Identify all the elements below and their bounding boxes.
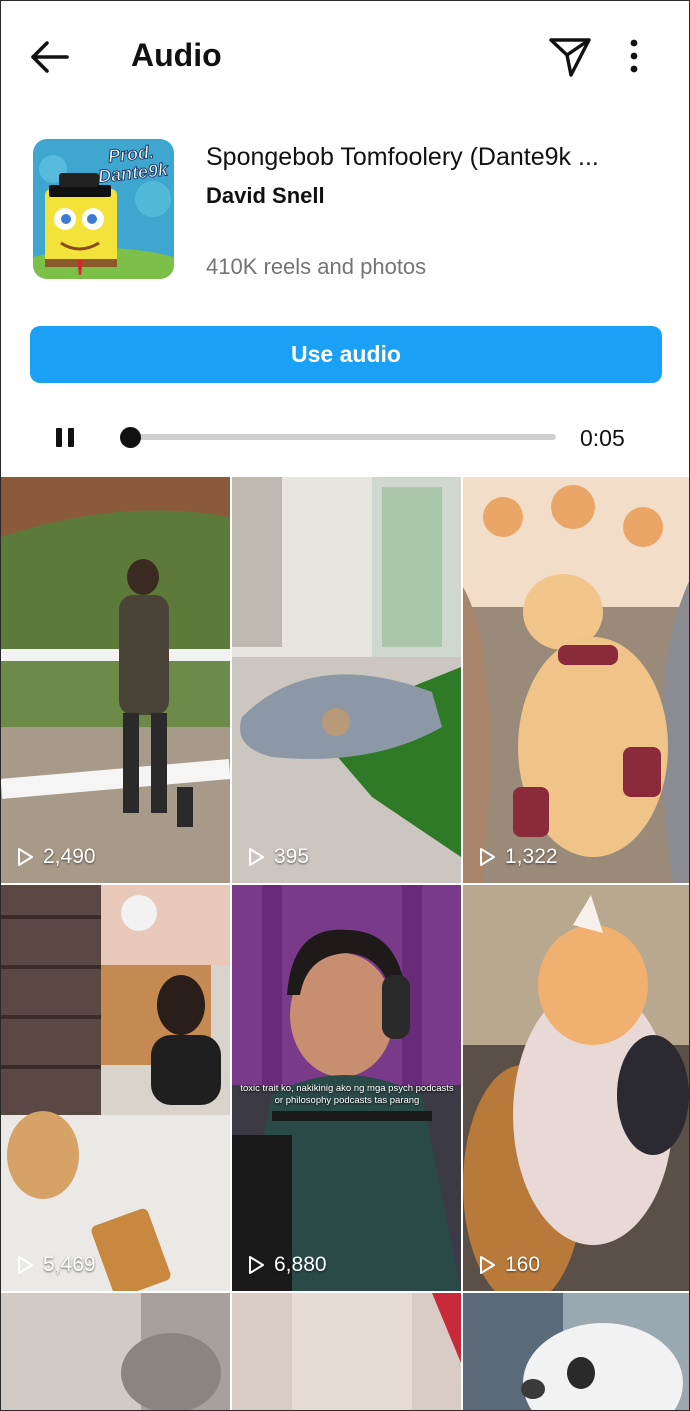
header: Audio (1, 1, 689, 111)
reel-thumbnail[interactable]: 2,490 (1, 477, 230, 883)
view-count-label: 2,490 (43, 845, 96, 868)
reel-thumbnail[interactable] (463, 1293, 689, 1410)
view-count-label: 6,880 (274, 1253, 327, 1276)
pause-button[interactable] (49, 421, 81, 453)
playback-time: 0:05 (580, 425, 625, 451)
audio-progress-track[interactable] (121, 434, 556, 440)
reel-thumbnail[interactable]: toxic trait ko, nakikinig ako ng mga psy… (232, 885, 461, 1291)
back-button[interactable] (25, 35, 75, 79)
view-count: 5,469 (15, 1253, 96, 1277)
view-count-label: 395 (274, 845, 310, 868)
play-icon (18, 848, 33, 866)
video-caption: toxic trait ko, nakikinig ako ng mga psy… (240, 1083, 454, 1106)
share-button[interactable] (546, 33, 594, 81)
view-count: 6,880 (246, 1253, 327, 1277)
reel-thumbnail[interactable]: 5,469 (1, 885, 230, 1291)
vertical-dots-icon (630, 39, 638, 73)
track-title[interactable]: Spongebob Tomfoolery (Dante9k ... (206, 141, 676, 173)
pause-icon (56, 428, 74, 447)
play-icon (249, 848, 264, 866)
view-count: 2,490 (15, 845, 96, 869)
reel-thumbnail[interactable]: 160 (463, 885, 689, 1291)
reel-thumbnail[interactable]: 395 (232, 477, 461, 883)
audio-progress-thumb[interactable] (120, 427, 141, 448)
play-icon (480, 848, 495, 866)
play-icon (249, 1256, 264, 1274)
view-count-label: 160 (505, 1253, 541, 1276)
view-count-label: 5,469 (43, 1253, 96, 1276)
audio-page: Audio Prod. Dante9k Spongebob Tomfoolery… (0, 0, 690, 1411)
use-audio-button[interactable]: Use audio (30, 326, 662, 383)
view-count: 160 (477, 1253, 540, 1277)
play-icon (480, 1256, 495, 1274)
reel-thumbnail[interactable] (232, 1293, 461, 1410)
artist-name[interactable]: David Snell (206, 181, 325, 211)
play-icon (18, 1256, 33, 1274)
reels-count: 410K reels and photos (206, 254, 427, 279)
reel-thumbnail[interactable]: 1,322 (463, 477, 689, 883)
more-options-button[interactable] (617, 35, 651, 79)
audio-cover-art[interactable]: Prod. Dante9k (33, 139, 174, 279)
page-title: Audio (131, 37, 222, 73)
paper-plane-icon (549, 38, 591, 77)
view-count-label: 1,322 (505, 845, 558, 868)
view-count: 395 (246, 845, 309, 869)
reel-thumbnail[interactable] (1, 1293, 230, 1410)
arrow-left-icon (31, 41, 69, 73)
view-count: 1,322 (477, 845, 558, 869)
reels-grid: 2,490 395 1,322 5,469 toxic trait ko, na… (1, 477, 689, 1410)
